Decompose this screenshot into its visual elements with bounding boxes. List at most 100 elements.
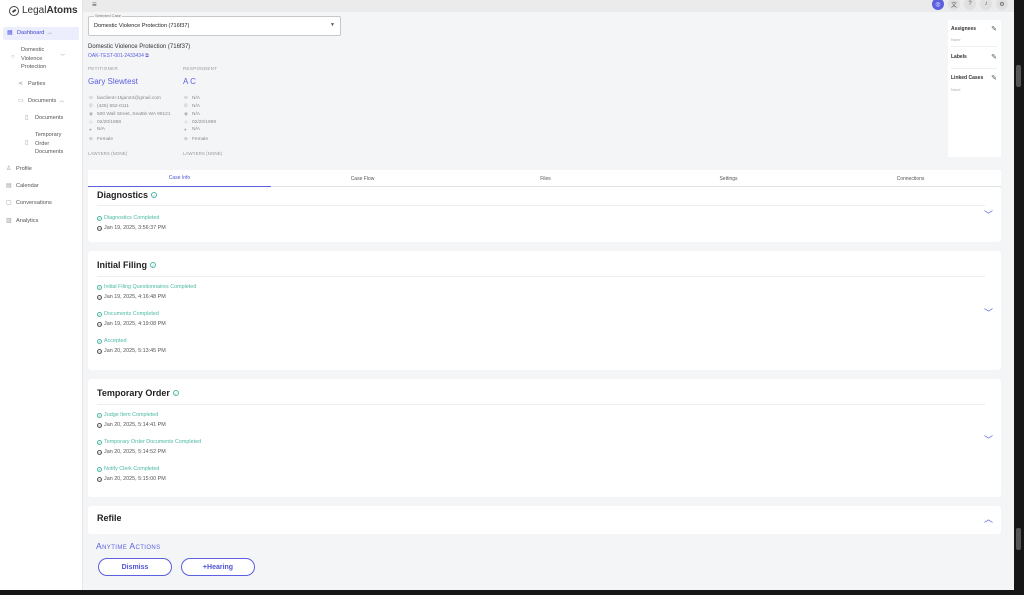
mail-icon: ✉ bbox=[89, 95, 93, 100]
chevron-down-icon[interactable]: ﹀ bbox=[984, 306, 993, 319]
sidebar-item-label: Documents bbox=[35, 149, 64, 155]
phone-icon: ✆ bbox=[184, 103, 188, 108]
circle-icon: ○ bbox=[11, 54, 15, 60]
edit-labels-icon[interactable]: ✎ bbox=[991, 53, 997, 61]
petitioner-email: ✉ laxclient+15jan24@gmail.com bbox=[89, 95, 161, 101]
translate-icon[interactable]: 文 bbox=[948, 0, 960, 10]
location-icon: ◉ bbox=[89, 111, 93, 116]
app-window: Legal Atoms ▦ Dashboard ︿ ○ Domestic Viol… bbox=[0, 0, 1014, 590]
user-icon: ♙ bbox=[6, 166, 12, 172]
petitioner-name[interactable]: Gary Slewtest bbox=[88, 77, 138, 86]
sidebar-item-label: Violence bbox=[21, 55, 43, 62]
tab-settings[interactable]: Settings bbox=[637, 170, 820, 187]
flow-step: ✓ Notify Clerk Completed ◷ Jan 20, 2025, 5… bbox=[97, 466, 166, 482]
case-side-panel: Assignees ✎ None Labels ✎ Linked Cases ✎… bbox=[948, 20, 1001, 157]
petitioner-heading: PETITIONER bbox=[88, 66, 119, 71]
sidebar-item-label: Parties bbox=[28, 81, 46, 87]
petitioner-gender: ⊕ Female bbox=[89, 136, 113, 142]
location-icon: ◉ bbox=[184, 111, 188, 116]
sidebar-item-calendar[interactable]: ▤ Calendar bbox=[6, 182, 39, 191]
flow-step: ✓ Initial Filing Questionnaires Completed… bbox=[97, 284, 197, 300]
flow-step: ✓ Judge Item Completed ◷ Jan 20, 2025, 5:1… bbox=[97, 412, 166, 428]
logo-text-light: Legal bbox=[22, 5, 47, 16]
sidebar-item-label: Calendar bbox=[16, 183, 39, 189]
logo-text-bold: Atoms bbox=[46, 5, 78, 16]
tab-files[interactable]: Files bbox=[454, 170, 637, 187]
badge-icon: ● bbox=[184, 127, 187, 132]
section-title: Refile bbox=[97, 513, 122, 523]
selected-case-select[interactable]: Selected Case Domestic Violence Protecti… bbox=[88, 13, 341, 36]
check-circle-icon: ✓ bbox=[97, 466, 102, 472]
logo[interactable]: Legal Atoms bbox=[9, 5, 78, 16]
tab-connections[interactable]: Connections bbox=[820, 170, 1001, 187]
check-circle-icon: ✓ bbox=[172, 390, 179, 396]
clock-icon: ◷ bbox=[97, 225, 102, 231]
sidebar-item-label: Dashboard bbox=[17, 30, 45, 36]
sidebar-item-label: Documents bbox=[35, 115, 64, 121]
sidebar-item-documents[interactable]: ▭ Documents ︿ bbox=[18, 97, 64, 106]
menu-icon[interactable]: ≡ bbox=[92, 0, 97, 9]
chat-icon: ▢ bbox=[6, 200, 12, 206]
respondent-gender: ⊕ Female bbox=[184, 136, 208, 142]
chevron-down-icon[interactable]: ﹀ bbox=[984, 433, 993, 446]
assignees-row: Assignees ✎ bbox=[951, 25, 997, 33]
sidebar-item-conversations[interactable]: ▢ Conversations bbox=[6, 199, 52, 208]
caret-down-icon: ▼ bbox=[330, 22, 335, 28]
check-circle-icon: ✓ bbox=[97, 284, 102, 290]
sidebar-item-dashboard[interactable]: ▦ Dashboard ︿ bbox=[3, 27, 79, 40]
tab-case-info[interactable]: Case Info bbox=[88, 170, 271, 187]
sidebar-item-documents-sub[interactable]: ▯ Documents bbox=[25, 114, 63, 123]
sidebar-item-case[interactable]: ○ Domestic Violence Protection ﹀ bbox=[11, 46, 65, 72]
accessibility-icon[interactable]: ◎ bbox=[932, 0, 944, 10]
dismiss-button[interactable]: Dismiss bbox=[98, 558, 172, 576]
anytime-actions-title: Anytime Actions bbox=[96, 541, 161, 551]
chevron-up-icon: ︿ bbox=[47, 30, 53, 36]
check-circle-icon: ✓ bbox=[97, 311, 102, 317]
respondent-name[interactable]: A C bbox=[183, 77, 196, 86]
check-circle-icon: ✓ bbox=[97, 412, 102, 418]
sidebar-item-label: Conversations bbox=[16, 200, 52, 206]
linked-cases-value: None bbox=[951, 87, 961, 92]
check-circle-icon: ✓ bbox=[151, 192, 158, 198]
scrollbar-thumb[interactable] bbox=[1016, 528, 1021, 550]
scrollbar[interactable] bbox=[1014, 0, 1024, 595]
respondent-email: ✉ N/A bbox=[184, 95, 200, 101]
scrollbar-thumb[interactable] bbox=[1016, 65, 1021, 87]
linked-cases-row: Linked Cases ✎ bbox=[951, 74, 997, 82]
cake-icon: ♨ bbox=[184, 119, 189, 124]
sidebar-item-parties[interactable]: ⋖ Parties bbox=[18, 80, 45, 89]
chevron-up-icon[interactable]: ︿ bbox=[984, 512, 993, 525]
edit-assignees-icon[interactable]: ✎ bbox=[991, 25, 997, 33]
chevron-down-icon: ﹀ bbox=[60, 54, 66, 60]
gender-icon: ⊕ bbox=[89, 136, 93, 141]
clock-icon: ◷ bbox=[97, 422, 102, 428]
respondent-address: ◉ N/A bbox=[184, 111, 200, 117]
clock-icon: ◷ bbox=[97, 476, 102, 482]
petitioner-phone: ✆ (425) 652-0111 bbox=[89, 103, 130, 109]
badge-icon: ● bbox=[89, 127, 92, 132]
bell-icon[interactable]: ♪ bbox=[980, 0, 992, 10]
respondent-dob: ♨ 02/20/1999 bbox=[184, 119, 217, 125]
check-circle-icon: ✓ bbox=[97, 439, 102, 445]
sidebar-item-profile[interactable]: ♙ Profile bbox=[6, 165, 32, 174]
section-initial-filing: Initial Filing ✓ ✓ Initial Filing Question… bbox=[88, 251, 1001, 370]
divider bbox=[951, 68, 997, 69]
calendar-icon: ▤ bbox=[6, 183, 12, 189]
section-title: Diagnostics ✓ bbox=[97, 190, 158, 200]
dashboard-icon: ▦ bbox=[7, 30, 13, 36]
help-icon[interactable]: ? bbox=[964, 0, 976, 10]
sidebar-item-label: Order bbox=[35, 140, 50, 147]
flow-step: ✓ Documents Completed ◷ Jan 19, 2025, 4:19… bbox=[97, 311, 166, 327]
top-bar: ≡ ◎ 文 ? ♪ ⚙ bbox=[83, 0, 1014, 12]
section-title: Temporary Order ✓ bbox=[97, 388, 179, 398]
settings-icon[interactable]: ⚙ bbox=[996, 0, 1008, 10]
tab-case-flow[interactable]: Case Flow bbox=[271, 170, 454, 187]
section-refile[interactable]: Refile ︿ bbox=[88, 506, 1001, 534]
sidebar-item-temporary-order-documents[interactable]: ▯ Temporary Order Documents bbox=[25, 131, 63, 157]
add-hearing-button[interactable]: +Hearing bbox=[181, 558, 255, 576]
case-id-link[interactable]: OAK-TEST-001-2433434 ⧉ bbox=[88, 53, 149, 59]
sidebar-item-analytics[interactable]: ▥ Analytics bbox=[6, 217, 38, 226]
chevron-down-icon[interactable]: ﹀ bbox=[984, 208, 993, 221]
edit-linked-cases-icon[interactable]: ✎ bbox=[991, 74, 997, 82]
petitioner-lawyers: LAWYERS (NONE) bbox=[88, 151, 128, 156]
